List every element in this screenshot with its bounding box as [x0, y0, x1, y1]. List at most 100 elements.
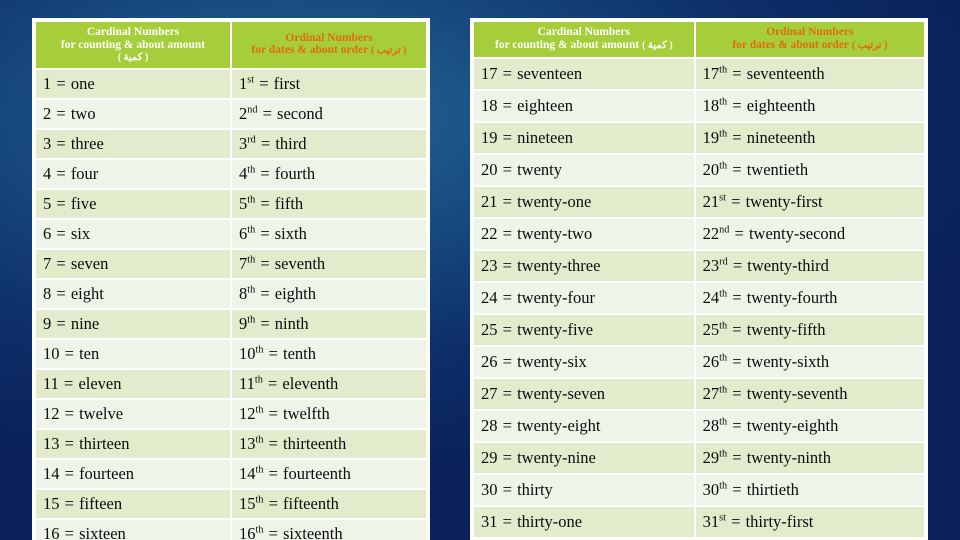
equals-sign: =: [60, 524, 79, 540]
equals-sign: =: [498, 96, 517, 116]
ordinal-number: 13: [239, 434, 256, 454]
cardinal-cell: 22 = twenty-two: [474, 218, 694, 249]
equals-sign: =: [498, 320, 517, 340]
equals-sign: =: [60, 344, 79, 364]
ordinal-cell: 31st = thirty-first: [695, 506, 924, 537]
table-right-head: Cardinal Numbers for counting & about am…: [474, 22, 924, 57]
ordinal-suffix: th: [719, 320, 728, 332]
cardinal-word: fourteen: [79, 464, 135, 484]
ordinal-cell: 21st = twenty-first: [695, 186, 924, 217]
slide-canvas: Cardinal Numbers for counting & about am…: [0, 0, 960, 540]
ordinal-number: 14: [239, 464, 256, 484]
ordinal-word: twenty-seventh: [746, 384, 848, 404]
cardinal-number: 16: [43, 524, 60, 540]
equals-sign: =: [256, 314, 274, 334]
header-ordinal-left-arabic: ( ترتيب ): [370, 45, 407, 57]
equals-sign: =: [52, 254, 70, 274]
ordinal-word: seventh: [274, 254, 326, 274]
ordinal-word: sixth: [274, 224, 307, 244]
table-left-head: Cardinal Numbers for counting & about am…: [36, 22, 426, 68]
equals-sign: =: [52, 134, 70, 154]
equals-sign: =: [52, 74, 70, 94]
equals-sign: =: [498, 64, 517, 84]
cardinal-word: sixteen: [79, 524, 126, 540]
equals-sign: =: [263, 374, 282, 394]
header-ordinal-right-title: Ordinal Numbers: [766, 26, 854, 38]
cardinal-cell: 30 = thirty: [474, 474, 694, 505]
ordinal-word: thirtieth: [746, 480, 799, 500]
equals-sign: =: [60, 434, 79, 454]
table-row: 25 = twenty-five 25th = twenty-fifth: [474, 314, 924, 345]
equals-sign: =: [728, 416, 746, 436]
cardinal-cell: 13 = thirteen: [36, 429, 230, 458]
equals-sign: =: [52, 194, 70, 214]
ordinal-suffix: th: [247, 224, 256, 236]
ordinal-cell: 14th = fourteenth: [232, 459, 426, 488]
cardinal-cell: 4 = four: [36, 159, 230, 188]
ordinal-cell: 2nd = second: [232, 99, 426, 128]
cardinal-cell: 1 = one: [36, 69, 230, 98]
equals-sign: =: [256, 224, 274, 244]
cardinal-number: 6: [43, 224, 52, 244]
equals-sign: =: [728, 288, 746, 308]
ordinal-cell: 6th = sixth: [232, 219, 426, 248]
ordinal-word: fourth: [274, 164, 316, 184]
cardinal-number: 2: [43, 104, 52, 124]
ordinal-word: twelfth: [283, 404, 330, 424]
ordinal-word: eleventh: [282, 374, 339, 394]
table-row: 2 = two 2nd = second: [36, 99, 426, 128]
header-cardinal-right-subtitle-text: for counting & about amount: [494, 38, 640, 51]
cardinal-word: six: [70, 224, 91, 244]
ordinal-word: twenty-sixth: [746, 352, 830, 372]
equals-sign: =: [256, 134, 275, 154]
table-right-header-row: Cardinal Numbers for counting & about am…: [474, 22, 924, 57]
equals-sign: =: [264, 464, 283, 484]
equals-sign: =: [60, 404, 79, 424]
equals-sign: =: [728, 96, 746, 116]
ordinal-cell: 13th = thirteenth: [232, 429, 426, 458]
ordinal-cell: 24th = twenty-fourth: [695, 282, 924, 313]
equals-sign: =: [728, 256, 747, 276]
ordinal-number: 2: [239, 104, 248, 124]
cardinal-word: twelve: [79, 404, 124, 424]
cardinal-word: twenty-one: [517, 192, 592, 212]
table-row: 9 = nine 9th = ninth: [36, 309, 426, 338]
equals-sign: =: [264, 524, 283, 540]
equals-sign: =: [728, 384, 746, 404]
cardinal-cell: 24 = twenty-four: [474, 282, 694, 313]
ordinal-suffix: rd: [719, 256, 728, 268]
table-row: 31 = thirty-one 31st = thirty-first: [474, 506, 924, 537]
ordinal-number: 28: [702, 416, 720, 436]
equals-sign: =: [498, 160, 517, 180]
ordinal-suffix: th: [247, 164, 256, 176]
ordinal-cell: 28th = twenty-eighth: [695, 410, 924, 441]
equals-sign: =: [60, 494, 79, 514]
cardinal-word: twenty-nine: [517, 448, 596, 468]
cardinal-word: fifteen: [79, 494, 123, 514]
table-row: 14 = fourteen 14th = fourteenth: [36, 459, 426, 488]
table-row: 12 = twelve 12th = twelfth: [36, 399, 426, 428]
ordinal-word: twenty-third: [747, 256, 829, 276]
ordinal-number: 17: [702, 64, 720, 84]
equals-sign: =: [730, 224, 748, 244]
cardinal-cell: 21 = twenty-one: [474, 186, 694, 217]
equals-sign: =: [498, 256, 517, 276]
header-ordinal-right-subtitle: for dates & about order ( ترتيب ): [700, 39, 920, 52]
ordinal-word: third: [275, 134, 307, 154]
equals-sign: =: [727, 512, 745, 532]
ordinal-number: 23: [702, 256, 720, 276]
header-cardinal-left-title: Cardinal Numbers: [86, 26, 180, 38]
ordinal-cell: 27th = twenty-seventh: [695, 378, 924, 409]
equals-sign: =: [258, 104, 277, 124]
ordinal-suffix: th: [247, 284, 256, 296]
header-cardinal-left: Cardinal Numbers for counting & about am…: [36, 22, 230, 68]
header-cardinal-left-subtitle: for counting & about amount: [60, 38, 206, 51]
numbers-table-left: Cardinal Numbers for counting & about am…: [32, 18, 430, 540]
cardinal-word: nine: [70, 314, 100, 334]
ordinal-number: 5: [239, 194, 248, 214]
ordinal-word: twenty-second: [748, 224, 846, 244]
ordinal-word: sixteenth: [283, 524, 343, 540]
table-row: 28 = twenty-eight 28th = twenty-eighth: [474, 410, 924, 441]
numbers-table-right: Cardinal Numbers for counting & about am…: [470, 18, 928, 540]
cardinal-number: 30: [481, 480, 498, 500]
